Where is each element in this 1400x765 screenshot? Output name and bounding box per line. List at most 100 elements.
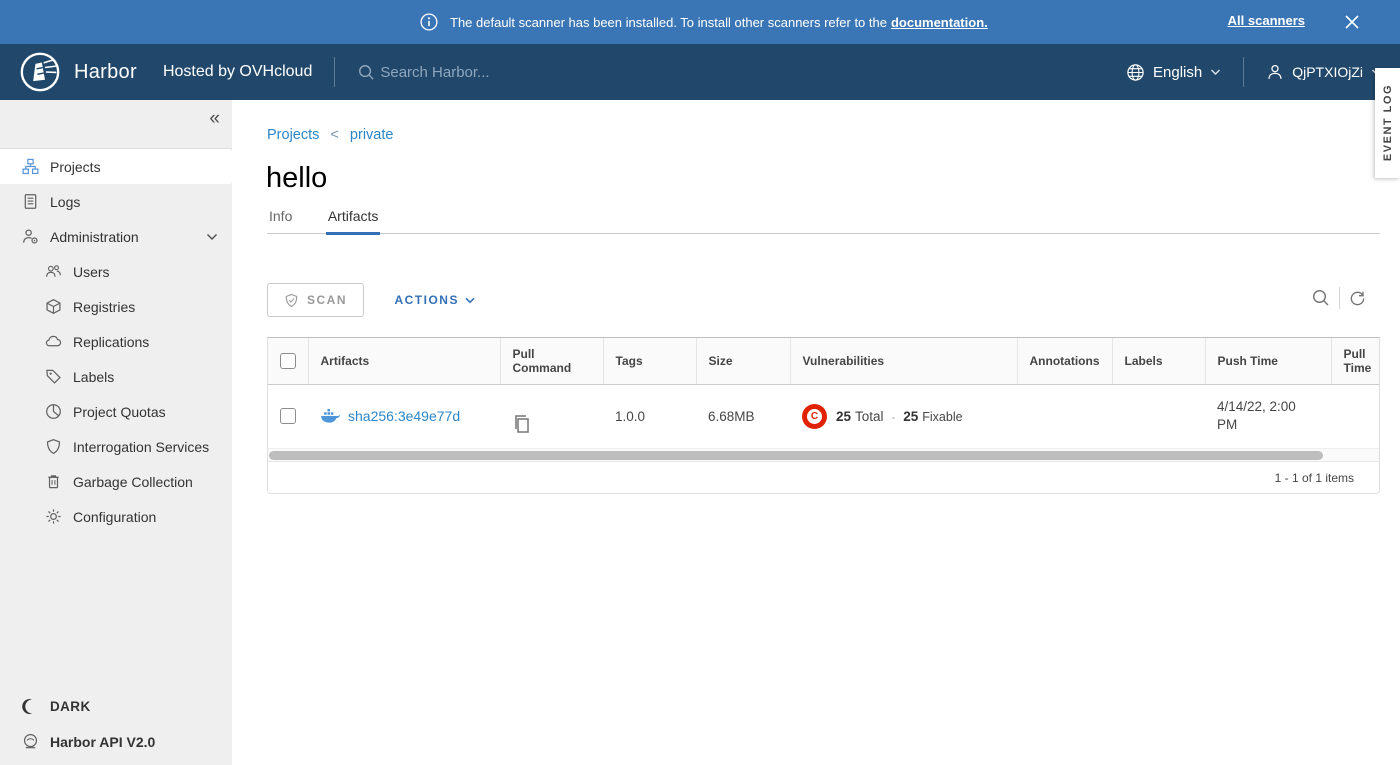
all-scanners-link[interactable]: All scanners <box>1228 13 1305 28</box>
column-vulnerabilities: Vulnerabilities <box>790 338 1017 384</box>
sidebar-item-users[interactable]: Users <box>0 254 232 289</box>
artifacts-toolbar: SCAN ACTIONS <box>267 283 1380 317</box>
theme-toggle-dark[interactable]: DARK <box>0 689 232 724</box>
shield-icon <box>45 438 62 455</box>
filter-search-icon[interactable] <box>1311 288 1331 308</box>
breadcrumb-project-link[interactable]: private <box>350 127 394 143</box>
sidebar-item-label: Labels <box>73 369 114 385</box>
sidebar-item-interrogation-services[interactable]: Interrogation Services <box>0 429 232 464</box>
table-header-row: Artifacts Pull Command Tags Size Vulnera… <box>268 338 1380 384</box>
shield-check-icon <box>284 293 299 308</box>
artifact-digest-link[interactable]: sha256:3e49e77d <box>348 408 460 424</box>
language-label: English <box>1153 64 1202 81</box>
alert-message: The default scanner has been installed. … <box>450 15 988 30</box>
username-label: QjPTXIOjZi <box>1292 64 1363 80</box>
tag-value: 1.0.0 <box>603 384 696 448</box>
column-tags: Tags <box>603 338 696 384</box>
select-all-checkbox[interactable] <box>280 353 296 369</box>
info-icon <box>420 13 438 31</box>
docker-whale-icon <box>320 408 340 424</box>
user-icon <box>1266 63 1284 81</box>
close-icon[interactable] <box>1342 12 1362 32</box>
vuln-fixable-count: 25 <box>903 409 918 424</box>
page-title: hello <box>266 162 327 195</box>
artifacts-table: Artifacts Pull Command Tags Size Vulnera… <box>267 337 1380 494</box>
refresh-icon[interactable] <box>1348 289 1367 308</box>
sidebar-item-label: Logs <box>50 194 80 210</box>
main-content: Projects < private hello Info Artifacts … <box>232 100 1400 765</box>
brand-title[interactable]: Harbor <box>74 61 137 84</box>
language-menu[interactable]: English <box>1126 63 1221 82</box>
column-annotations: Annotations <box>1017 338 1112 384</box>
sidebar-item-logs[interactable]: Logs <box>0 184 232 219</box>
scan-button[interactable]: SCAN <box>267 283 364 317</box>
harbor-api-link[interactable]: Harbor API V2.0 <box>0 724 232 759</box>
search-input[interactable] <box>380 64 530 81</box>
sidebar-item-administration[interactable]: Administration <box>0 219 232 254</box>
column-size: Size <box>696 338 790 384</box>
sidebar-item-replications[interactable]: Replications <box>0 324 232 359</box>
horizontal-scrollbar <box>268 448 1379 461</box>
global-search[interactable] <box>357 63 530 82</box>
harbor-logo-icon[interactable] <box>20 52 60 92</box>
users-icon <box>45 263 62 280</box>
moon-icon <box>22 698 39 715</box>
sidebar-item-configuration[interactable]: Configuration <box>0 499 232 534</box>
sidebar-item-label: Administration <box>50 229 139 245</box>
column-pull-time: Pull Time <box>1331 338 1380 384</box>
toolbar-divider <box>1339 287 1340 309</box>
side-navigation: « Projects Logs Administration <box>0 100 232 765</box>
sidebar-item-garbage-collection[interactable]: Garbage Collection <box>0 464 232 499</box>
gear-icon <box>45 508 62 525</box>
scrollbar-thumb[interactable] <box>269 451 1323 460</box>
column-push-time: Push Time <box>1205 338 1331 384</box>
pull-time-cell <box>1331 384 1380 448</box>
sidebar-item-label: Garbage Collection <box>73 474 193 490</box>
size-value: 6.68MB <box>696 384 790 448</box>
sidebar-item-label: Replications <box>73 334 149 350</box>
breadcrumb-projects-link[interactable]: Projects <box>267 127 319 143</box>
admin-user-gear-icon <box>22 228 39 245</box>
pie-chart-icon <box>45 403 62 420</box>
tag-icon <box>45 368 62 385</box>
sidebar-item-projects[interactable]: Projects <box>0 149 232 184</box>
logs-icon <box>22 193 39 210</box>
sidebar-item-label: Configuration <box>73 509 156 525</box>
sidebar-item-label: Projects <box>50 159 101 175</box>
sidebar-item-project-quotas[interactable]: Project Quotas <box>0 394 232 429</box>
tab-artifacts[interactable]: Artifacts <box>326 208 381 235</box>
tab-info[interactable]: Info <box>267 208 294 232</box>
column-labels: Labels <box>1112 338 1205 384</box>
breadcrumb-separator: < <box>330 127 338 143</box>
sidebar-item-registries[interactable]: Registries <box>0 289 232 324</box>
event-log-label: EVENT LOG <box>1382 84 1394 161</box>
vuln-total-count: 25 <box>836 409 851 424</box>
push-time-value: 4/14/22, 2:00 PM <box>1217 398 1319 434</box>
sidebar-item-label: Project Quotas <box>73 404 166 420</box>
breadcrumb: Projects < private <box>267 127 393 143</box>
app-level-alert: The default scanner has been installed. … <box>0 0 1400 44</box>
sidebar-item-label: Users <box>73 264 110 280</box>
sidebar-item-labels[interactable]: Labels <box>0 359 232 394</box>
project-tabs: Info Artifacts <box>267 208 1380 234</box>
trash-icon <box>45 473 62 490</box>
copy-pull-command-icon[interactable] <box>512 413 591 435</box>
sidebar-item-label: Registries <box>73 299 135 315</box>
chevron-down-icon[interactable] <box>206 233 218 241</box>
api-label: Harbor API V2.0 <box>50 734 155 750</box>
documentation-link[interactable]: documentation. <box>891 15 988 30</box>
annotations-cell <box>1017 384 1112 448</box>
event-log-tab[interactable]: EVENT LOG <box>1375 68 1400 178</box>
actions-dropdown-button[interactable]: ACTIONS <box>394 283 475 317</box>
column-artifacts: Artifacts <box>308 338 500 384</box>
vulnerabilities-cell[interactable]: C 25Total-25Fixable <box>802 404 1005 429</box>
chevron-down-icon <box>1210 68 1221 76</box>
sidebar-item-label: Interrogation Services <box>73 439 209 455</box>
package-icon <box>45 298 62 315</box>
pagination-summary: 1 - 1 of 1 items <box>1275 471 1354 485</box>
row-checkbox[interactable] <box>280 408 296 424</box>
collapse-sidebar-icon[interactable]: « <box>209 108 220 130</box>
api-swagger-icon <box>22 733 39 750</box>
hosted-by-label: Hosted by OVHcloud <box>163 63 312 81</box>
user-menu[interactable]: QjPTXIOjZi <box>1266 63 1382 81</box>
